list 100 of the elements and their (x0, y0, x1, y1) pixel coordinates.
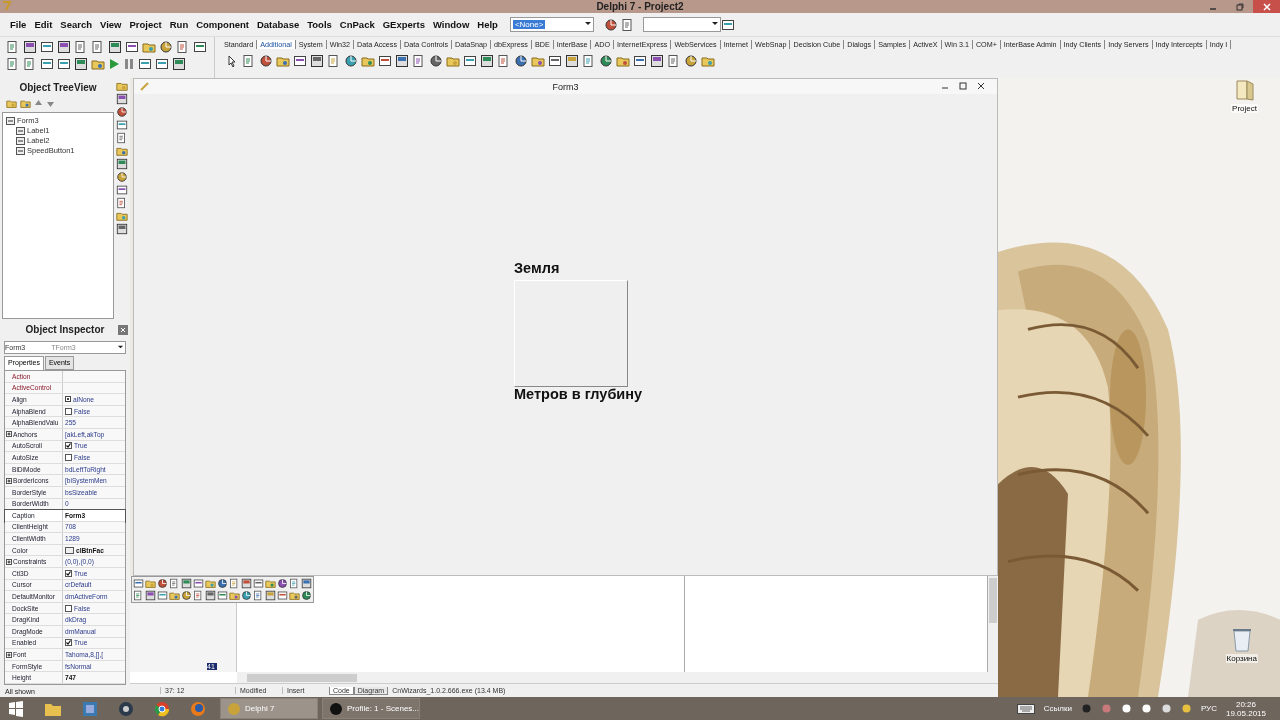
restore-icon[interactable] (1235, 2, 1244, 11)
scrollbar-thumb[interactable] (247, 673, 357, 682)
tool-icon[interactable] (620, 17, 635, 32)
play-icon[interactable] (108, 58, 120, 70)
tool-icon[interactable] (265, 590, 276, 601)
form-label[interactable]: Метров в глубину (514, 386, 643, 402)
tool-icon[interactable] (23, 57, 37, 71)
toolbar-label[interactable]: Ссылки (1043, 704, 1072, 713)
tool-icon[interactable] (253, 578, 264, 589)
expand-icon[interactable] (6, 558, 12, 565)
tool-icon[interactable] (74, 40, 88, 54)
menu-item[interactable]: Run (165, 19, 193, 30)
tool-icon[interactable] (205, 590, 216, 601)
tool-icon[interactable] (193, 40, 207, 54)
expand-icon[interactable] (6, 651, 12, 658)
tool-icon[interactable] (116, 197, 128, 209)
component-icon[interactable] (667, 54, 681, 68)
tool-icon[interactable] (145, 590, 156, 601)
component-icon[interactable] (395, 54, 409, 68)
menu-item[interactable]: Edit (30, 19, 57, 30)
tool-icon[interactable] (40, 40, 54, 54)
tray-icon[interactable] (1140, 703, 1152, 714)
component-icon[interactable] (684, 54, 698, 68)
component-icon[interactable] (633, 54, 647, 68)
tool-icon[interactable] (23, 40, 37, 54)
close-button[interactable] (1253, 0, 1280, 13)
component-icon[interactable] (650, 54, 664, 68)
tray-icon[interactable] (1160, 703, 1172, 714)
scrollbar-thumb[interactable] (989, 578, 997, 623)
menu-item[interactable]: Search (56, 19, 96, 30)
tray-icon[interactable] (1180, 703, 1192, 714)
tool-icon[interactable] (116, 132, 128, 144)
checkbox[interactable] (65, 569, 72, 577)
tool-icon[interactable] (720, 17, 735, 32)
tool-icon[interactable] (116, 119, 128, 131)
component-icon[interactable] (599, 54, 613, 68)
tool-icon[interactable] (193, 578, 204, 589)
tool-icon[interactable] (301, 578, 312, 589)
tool-icon[interactable] (108, 40, 122, 54)
component-combo[interactable]: <None> (509, 17, 594, 32)
menu-item[interactable]: GExperts (378, 19, 429, 30)
tool-icon[interactable] (176, 40, 190, 54)
component-icon[interactable] (259, 54, 273, 68)
dropdown-arrow-icon[interactable] (710, 19, 719, 27)
component-icon[interactable] (497, 54, 511, 68)
component-icon[interactable] (429, 54, 443, 68)
tool-icon[interactable] (229, 590, 240, 601)
tool-icon[interactable] (241, 578, 252, 589)
pause-icon[interactable] (123, 58, 135, 70)
tool-icon[interactable] (116, 171, 128, 183)
menu-item[interactable]: Help (473, 19, 502, 30)
tool-icon[interactable] (116, 93, 128, 105)
tool-icon[interactable] (74, 57, 88, 71)
tool-icon[interactable] (172, 57, 186, 71)
tool-icon[interactable] (133, 578, 144, 589)
windows-logo-icon[interactable] (8, 700, 24, 717)
component-icon[interactable] (548, 54, 562, 68)
component-icon[interactable] (327, 54, 341, 68)
component-icon[interactable] (582, 54, 596, 68)
tool-icon[interactable] (155, 57, 169, 71)
tool-icon[interactable] (289, 590, 300, 601)
component-icon[interactable] (344, 54, 358, 68)
checkbox[interactable] (65, 442, 72, 450)
tool-icon[interactable] (301, 590, 312, 601)
tool-icon[interactable] (116, 158, 128, 170)
tool-icon[interactable] (6, 57, 20, 71)
form-label[interactable]: Земля (514, 260, 560, 276)
menu-item[interactable]: Database (252, 19, 304, 30)
checkbox[interactable] (65, 604, 72, 612)
component-icon[interactable] (310, 54, 324, 68)
tool-icon[interactable] (57, 57, 71, 71)
tool-icon[interactable] (603, 17, 618, 32)
keyboard-icon[interactable] (1016, 703, 1035, 714)
up-arrow-icon[interactable] (34, 98, 43, 108)
menu-item[interactable]: Window (428, 19, 474, 30)
component-icon[interactable] (242, 54, 256, 68)
tool-icon[interactable] (138, 57, 152, 71)
dropdown-arrow-icon[interactable] (583, 19, 592, 27)
app-icon[interactable] (118, 700, 134, 717)
tool-icon[interactable] (116, 223, 128, 235)
tray-icon[interactable] (1080, 703, 1092, 714)
browser-icon[interactable] (154, 700, 170, 717)
component-icon[interactable] (378, 54, 392, 68)
close-icon[interactable] (977, 82, 985, 90)
menu-item[interactable]: File (6, 19, 31, 30)
checkbox[interactable] (65, 407, 72, 415)
checkbox[interactable] (65, 453, 72, 461)
component-icon[interactable] (412, 54, 426, 68)
component-icon[interactable] (293, 54, 307, 68)
tray-icon[interactable] (1120, 703, 1132, 714)
clock[interactable]: 20:26 19.05.2015 (1225, 699, 1266, 718)
expand-icon[interactable] (6, 477, 12, 484)
tool-icon[interactable] (217, 578, 228, 589)
tool-icon[interactable] (277, 590, 288, 601)
component-icon[interactable] (514, 54, 528, 68)
tool-icon[interactable] (181, 578, 192, 589)
tool-icon[interactable] (6, 40, 20, 54)
tool-icon[interactable] (277, 578, 288, 589)
maximize-icon[interactable] (959, 82, 967, 90)
component-icon[interactable] (480, 54, 494, 68)
